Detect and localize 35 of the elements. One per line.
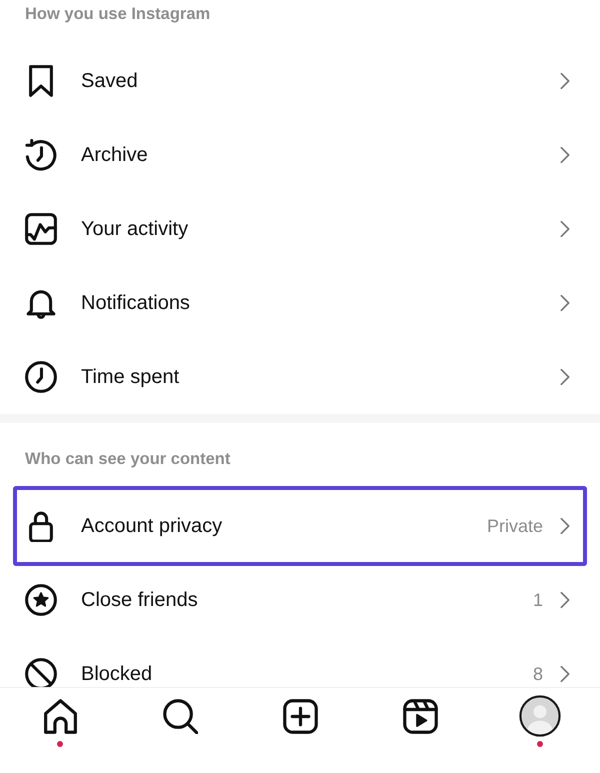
create-tab[interactable] <box>282 698 318 734</box>
history-icon <box>25 139 57 171</box>
search-icon <box>162 698 198 734</box>
settings-item[interactable]: Your activity <box>13 192 587 266</box>
search-tab[interactable] <box>162 698 198 734</box>
chevron-right-icon <box>560 517 570 535</box>
settings-item[interactable]: Blocked 8 <box>13 637 587 687</box>
clapperboard-icon <box>402 698 438 734</box>
chevron-right-icon <box>560 72 570 90</box>
activity-icon <box>25 213 57 245</box>
profile-tab[interactable] <box>519 695 561 737</box>
settings-item[interactable]: Archive <box>13 118 587 192</box>
section-header: Who can see your content <box>24 449 232 469</box>
chevron-right-icon <box>560 665 570 683</box>
settings-item[interactable]: Account privacy Private <box>13 486 587 566</box>
chevron-right-icon <box>560 368 570 386</box>
settings-item[interactable]: Notifications <box>13 266 587 340</box>
chevron-right-icon <box>560 146 570 164</box>
clock-icon <box>25 361 57 393</box>
section-header: How you use Instagram <box>24 4 212 24</box>
chevron-right-icon <box>560 220 570 238</box>
home-tab[interactable] <box>42 698 78 734</box>
item-value: 8 <box>532 664 543 684</box>
settings-item[interactable]: Close friends 1 <box>13 563 587 637</box>
item-value: Private <box>486 516 543 536</box>
item-value: 1 <box>532 590 543 610</box>
avatar-icon <box>519 695 561 737</box>
settings-item[interactable]: Saved <box>13 44 587 118</box>
settings-item[interactable]: Time spent <box>13 340 587 414</box>
chevron-right-icon <box>560 591 570 609</box>
block-icon <box>25 658 57 687</box>
reels-tab[interactable] <box>402 698 438 734</box>
plus-icon <box>282 698 318 734</box>
chevron-right-icon <box>560 294 570 312</box>
home-icon <box>42 698 78 734</box>
